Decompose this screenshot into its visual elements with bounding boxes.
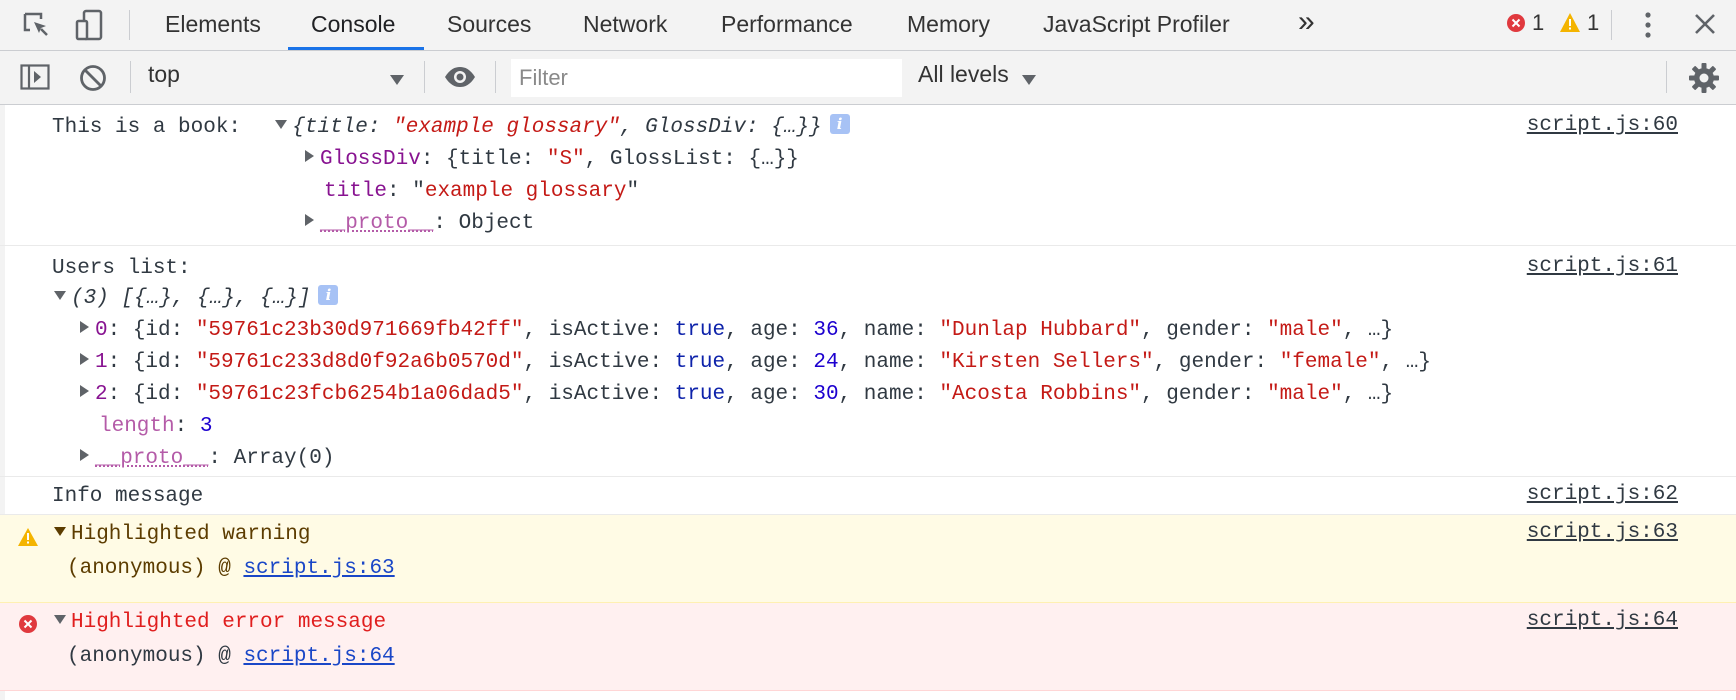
console-message-warning: Highlighted warning (anonymous) @ script… [0, 515, 1736, 603]
console-toolbar: top All levels [0, 51, 1736, 105]
log-levels-arrow-icon[interactable] [1021, 73, 1037, 91]
device-toolbar-icon[interactable] [75, 9, 107, 46]
source-link[interactable]: script.js:61 [1527, 255, 1678, 278]
console-message-users: Users list: (3) [{…}, {…}, {…}] i 0: {id:… [0, 246, 1736, 477]
collapse-triangle-icon[interactable] [275, 119, 288, 129]
array-toggle[interactable]: (3) [{…}, {…}, {…}] i [54, 285, 339, 310]
tabbar-separator [129, 10, 130, 40]
console-message-error: Highlighted error message (anonymous) @ … [0, 603, 1736, 691]
kebab-menu-icon[interactable] [1641, 11, 1655, 44]
warning-count-icon[interactable] [1559, 12, 1581, 38]
stack-trace-link[interactable]: script.js:64 [243, 645, 394, 668]
expand-triangle-icon[interactable] [80, 449, 89, 462]
expand-triangle-icon[interactable] [80, 321, 89, 334]
info-badge-icon[interactable]: i [318, 285, 339, 306]
message-label: Users list: [52, 257, 191, 280]
title-entry: title: "example glossary" [324, 180, 640, 203]
collapse-triangle-icon[interactable] [54, 614, 66, 624]
expand-triangle-icon[interactable] [305, 214, 314, 227]
tab-sources[interactable]: Sources [447, 0, 531, 50]
error-icon [18, 614, 38, 641]
devtools-tabbar: Elements Console Sources Network Perform… [0, 0, 1736, 51]
source-link[interactable]: script.js:64 [1527, 609, 1678, 632]
stack-trace-link[interactable]: script.js:63 [243, 557, 394, 580]
object-toggle[interactable]: {title: "example glossary", GlossDiv: {…… [275, 116, 822, 139]
console-message-info: Info message script.js:62 [0, 477, 1736, 515]
tab-memory[interactable]: Memory [907, 0, 990, 50]
more-tabs-icon[interactable]: » [1298, 0, 1315, 50]
toolbar-separator-4 [1666, 61, 1667, 93]
expand-triangle-icon[interactable] [80, 353, 89, 366]
info-badge-icon[interactable]: i [829, 114, 850, 135]
inspect-element-icon[interactable] [22, 11, 52, 46]
context-dropdown-arrow-icon[interactable] [389, 73, 405, 91]
tab-network[interactable]: Network [583, 0, 667, 50]
tab-javascript-profiler[interactable]: JavaScript Profiler [1043, 0, 1230, 50]
error-count: 1 [1532, 10, 1545, 35]
source-link[interactable]: script.js:62 [1527, 483, 1678, 506]
array-item[interactable]: 1: {id: "59761c233d8d0f92a6b0570d", isAc… [80, 351, 1431, 374]
console-message-book: This is a book: {title: "example glossar… [0, 105, 1736, 246]
stack-trace: (anonymous) @ script.js:63 [67, 557, 395, 580]
array-item[interactable]: 0: {id: "59761c23b30d971669fb42ff", isAc… [80, 319, 1393, 342]
collapse-triangle-icon[interactable] [54, 290, 66, 300]
error-count-icon[interactable] [1506, 13, 1526, 38]
live-expression-eye-icon[interactable] [443, 66, 477, 93]
tab-console[interactable]: Console [311, 0, 395, 50]
sidebar-toggle-icon[interactable] [20, 64, 50, 95]
book-line-1: This is a book: {title: "example glossar… [52, 114, 850, 139]
tab-performance[interactable]: Performance [721, 0, 853, 50]
stack-trace: (anonymous) @ script.js:64 [67, 645, 395, 668]
filter-input[interactable] [511, 59, 902, 97]
active-tab-indicator [288, 47, 424, 50]
toolbar-separator-3 [495, 61, 496, 93]
tab-elements[interactable]: Elements [165, 0, 261, 50]
glossdiv-entry[interactable]: GlossDiv: {title: "S", GlossList: {…}} [305, 148, 799, 171]
proto-entry[interactable]: __proto__: Object [305, 212, 534, 235]
warning-icon [17, 527, 39, 554]
message-label: This is a book: [52, 116, 267, 139]
proto-entry[interactable]: __proto__: Array(0) [80, 447, 334, 470]
error-toggle[interactable]: Highlighted error message [54, 611, 386, 634]
tabbar-separator-right [1611, 10, 1612, 40]
close-icon[interactable] [1694, 13, 1716, 40]
context-selector[interactable]: top [148, 61, 180, 88]
log-levels-dropdown[interactable]: All levels [918, 61, 1009, 88]
collapse-triangle-icon[interactable] [54, 526, 66, 536]
expand-triangle-icon[interactable] [305, 150, 314, 163]
warning-count: 1 [1587, 10, 1600, 35]
source-link[interactable]: script.js:63 [1527, 521, 1678, 544]
toolbar-separator [130, 61, 131, 93]
clear-console-icon[interactable] [79, 64, 107, 97]
object-preview[interactable]: {title: "example glossary", GlossDiv: {…… [292, 116, 821, 139]
settings-gear-icon[interactable] [1688, 62, 1720, 99]
warning-toggle[interactable]: Highlighted warning [54, 523, 310, 546]
array-item[interactable]: 2: {id: "59761c23fcb6254b1a06dad5", isAc… [80, 383, 1393, 406]
message-text: Info message [52, 485, 204, 508]
toolbar-separator-2 [424, 61, 425, 93]
expand-triangle-icon[interactable] [80, 385, 89, 398]
source-link[interactable]: script.js:60 [1527, 114, 1678, 137]
length-entry: length: 3 [99, 415, 213, 438]
